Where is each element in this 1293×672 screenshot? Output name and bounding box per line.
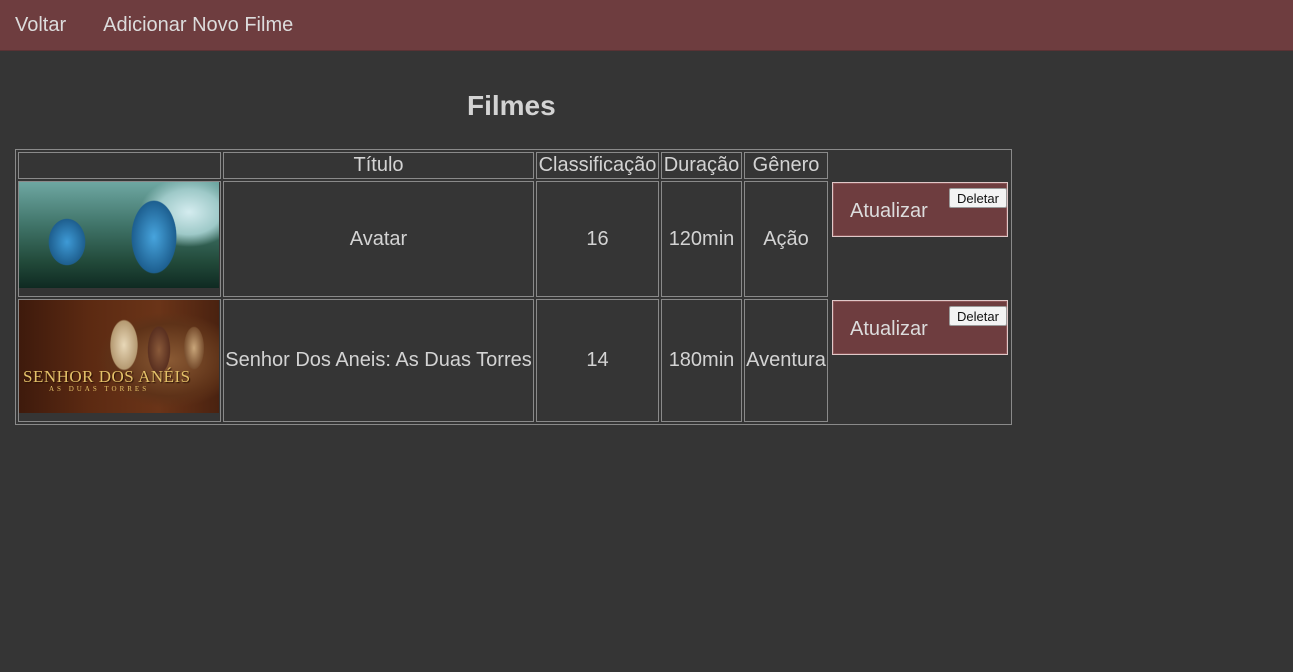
- header-classification: Classificação: [536, 152, 659, 179]
- poster-logo: SENHOR DOS ANÉIS: [23, 367, 191, 386]
- header-title: Título: [223, 152, 534, 179]
- header-actions: [830, 152, 1009, 179]
- movie-duration: 120min: [661, 181, 742, 297]
- header-duration: Duração: [661, 152, 742, 179]
- table-header-row: Título Classificação Duração Gênero: [18, 152, 1009, 179]
- header-genre: Gênero: [744, 152, 828, 179]
- back-link[interactable]: Voltar: [15, 14, 66, 37]
- poster-cell: SENHOR DOS ANÉIS AS DUAS TORRES: [18, 299, 221, 422]
- movie-duration: 180min: [661, 299, 742, 422]
- movie-genre: Ação: [744, 181, 828, 297]
- movie-title: Avatar: [223, 181, 534, 297]
- table-row: Avatar 16 120min Ação Atualizar Deletar: [18, 181, 1009, 297]
- delete-button[interactable]: Deletar: [949, 306, 1007, 326]
- poster-logo-subtitle: AS DUAS TORRES: [49, 385, 150, 393]
- movie-poster-image: [19, 182, 219, 288]
- delete-button[interactable]: Deletar: [949, 188, 1007, 208]
- action-box: Atualizar Deletar: [832, 182, 1008, 237]
- page-title: Filmes: [467, 90, 556, 121]
- movies-table: Título Classificação Duração Gênero Avat…: [15, 149, 1012, 425]
- movie-genre: Aventura: [744, 299, 828, 422]
- movie-classification: 16: [536, 181, 659, 297]
- actions-cell: Atualizar Deletar: [830, 299, 1009, 422]
- action-box: Atualizar Deletar: [832, 300, 1008, 355]
- add-movie-link[interactable]: Adicionar Novo Filme: [103, 14, 293, 37]
- update-button[interactable]: Atualizar: [850, 318, 928, 341]
- movie-title: Senhor Dos Aneis: As Duas Torres: [223, 299, 534, 422]
- header-poster: [18, 152, 221, 179]
- actions-cell: Atualizar Deletar: [830, 181, 1009, 297]
- update-button[interactable]: Atualizar: [850, 200, 928, 223]
- poster-cell: [18, 181, 221, 297]
- table-row: SENHOR DOS ANÉIS AS DUAS TORRES Senhor D…: [18, 299, 1009, 422]
- movie-classification: 14: [536, 299, 659, 422]
- top-navbar: Voltar Adicionar Novo Filme: [0, 0, 1293, 51]
- movie-poster-image: SENHOR DOS ANÉIS AS DUAS TORRES: [19, 300, 219, 413]
